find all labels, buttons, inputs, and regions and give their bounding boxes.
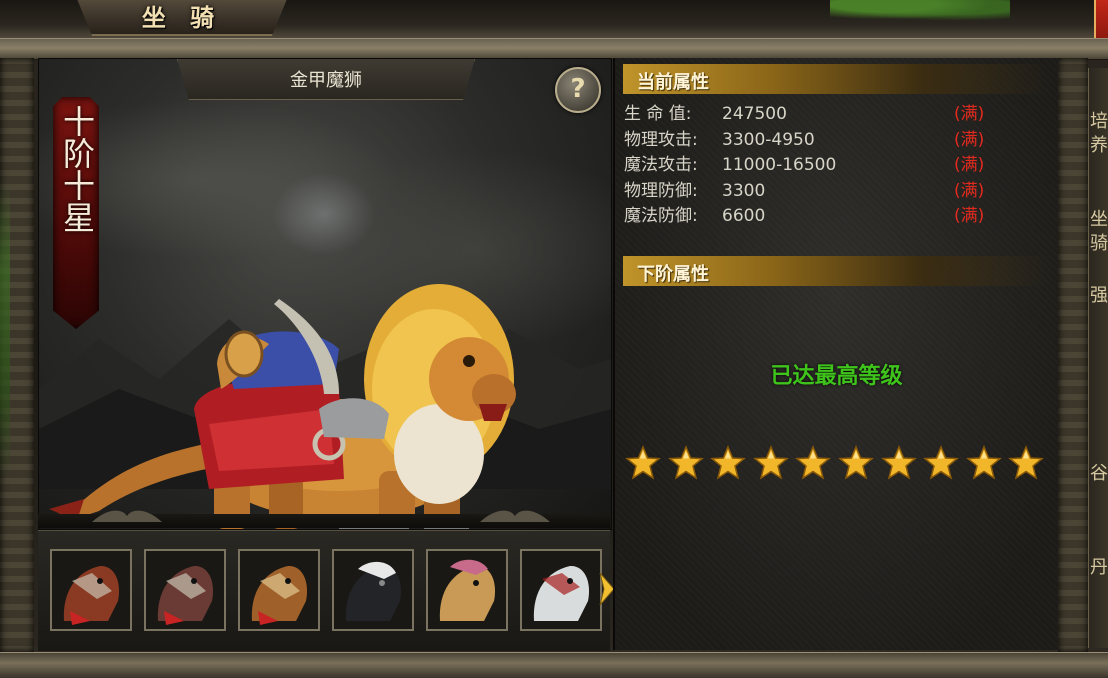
floor-ornament	[480, 510, 550, 522]
current-stats-header: 当前属性	[623, 64, 1053, 94]
mount-thumb-1[interactable]	[50, 549, 132, 631]
stat-value: 3300-4950	[722, 130, 815, 150]
window-title: 坐 骑	[141, 4, 223, 32]
horse-head-icon	[428, 551, 506, 629]
vine-decoration	[0, 180, 10, 480]
star-icon	[880, 445, 917, 480]
stat-full-badge: (满)	[954, 155, 985, 175]
frame-bottom-bar	[0, 652, 1108, 678]
right-pillar	[1058, 58, 1088, 652]
window-title-tab: 坐 骑	[75, 0, 289, 36]
horse-head-icon	[240, 551, 318, 629]
stat-row-magic-attack: 魔法攻击: 11000-16500 (满)	[624, 153, 1044, 177]
horse-head-icon	[334, 551, 412, 629]
side-tab-5[interactable]: 丹	[1090, 556, 1108, 582]
stat-row-magic-defense: 魔法防御: 6600 (满)	[624, 204, 1044, 228]
stat-full-badge: (满)	[954, 104, 985, 124]
mount-name-plate: 金甲魔狮	[177, 59, 475, 100]
horse-head-icon	[52, 551, 130, 629]
mount-thumb-5[interactable]	[426, 549, 508, 631]
stat-full-badge: (满)	[954, 206, 985, 226]
star-icon	[752, 445, 789, 480]
star-icon	[923, 445, 960, 480]
stat-label: 物理攻击:	[624, 130, 698, 150]
mount-thumbnail-bar	[38, 530, 615, 651]
side-tab-1[interactable]: 培养	[1090, 110, 1108, 168]
star-icon	[710, 445, 747, 480]
star-icon	[965, 445, 1002, 480]
stat-value: 11000-16500	[722, 155, 837, 175]
mount-thumb-3[interactable]	[238, 549, 320, 631]
stat-label: 魔法攻击:	[624, 155, 698, 175]
stat-row-physical-attack: 物理攻击: 3300-4950 (满)	[624, 128, 1044, 152]
side-tab-label: 坐骑	[1090, 209, 1108, 254]
stat-row-hp: 生 命 值: 247500 (满)	[624, 102, 1044, 126]
side-tab-label: 谷	[1090, 463, 1108, 484]
foliage-decoration	[830, 0, 1010, 22]
max-level-message: 已达最高等级	[770, 364, 903, 389]
mount-thumb-6[interactable]	[520, 549, 602, 631]
star-rating	[625, 445, 1055, 485]
stat-value: 6600	[722, 206, 766, 226]
star-icon	[838, 445, 874, 480]
side-tab-label: 培养	[1090, 111, 1108, 156]
star-icon	[667, 445, 704, 480]
stat-label: 魔法防御:	[624, 206, 698, 226]
star-icon	[1008, 445, 1045, 480]
lion-mount-model	[49, 284, 516, 529]
star-icon	[625, 445, 661, 480]
help-button[interactable]: ?	[555, 67, 601, 113]
side-tab-4[interactable]: 谷	[1090, 462, 1108, 488]
floor-ornament	[92, 510, 162, 522]
next-stats-title: 下阶属性	[637, 264, 709, 285]
mount-thumb-2[interactable]	[144, 549, 226, 631]
side-tab-label: 强	[1090, 285, 1108, 306]
mount-display: 金甲魔狮 ? 十阶十星	[38, 58, 612, 530]
stat-label: 生 命 值:	[624, 104, 692, 124]
next-stats-header: 下阶属性	[623, 256, 1053, 286]
horse-head-icon	[146, 551, 224, 629]
current-stats-title: 当前属性	[637, 72, 709, 93]
side-tab-3[interactable]: 强	[1090, 284, 1108, 312]
stat-full-badge: (满)	[954, 181, 985, 201]
stat-label: 物理防御:	[624, 181, 698, 201]
horse-head-icon	[522, 551, 600, 629]
stats-panel: 当前属性 生 命 值: 247500 (满) 物理攻击: 3300-4950 (…	[613, 58, 1058, 650]
star-icon	[795, 445, 832, 480]
side-tab-label: 丹	[1090, 557, 1108, 578]
frame-top-bar	[0, 38, 1108, 60]
stat-value: 3300	[722, 181, 766, 201]
stat-value: 247500	[722, 104, 787, 124]
side-tab-2[interactable]: 坐骑	[1090, 208, 1108, 260]
mount-name: 金甲魔狮	[290, 70, 362, 91]
mount-thumb-4[interactable]	[332, 549, 414, 631]
stat-row-physical-defense: 物理防御: 3300 (满)	[624, 179, 1044, 203]
stat-full-badge: (满)	[954, 130, 985, 150]
